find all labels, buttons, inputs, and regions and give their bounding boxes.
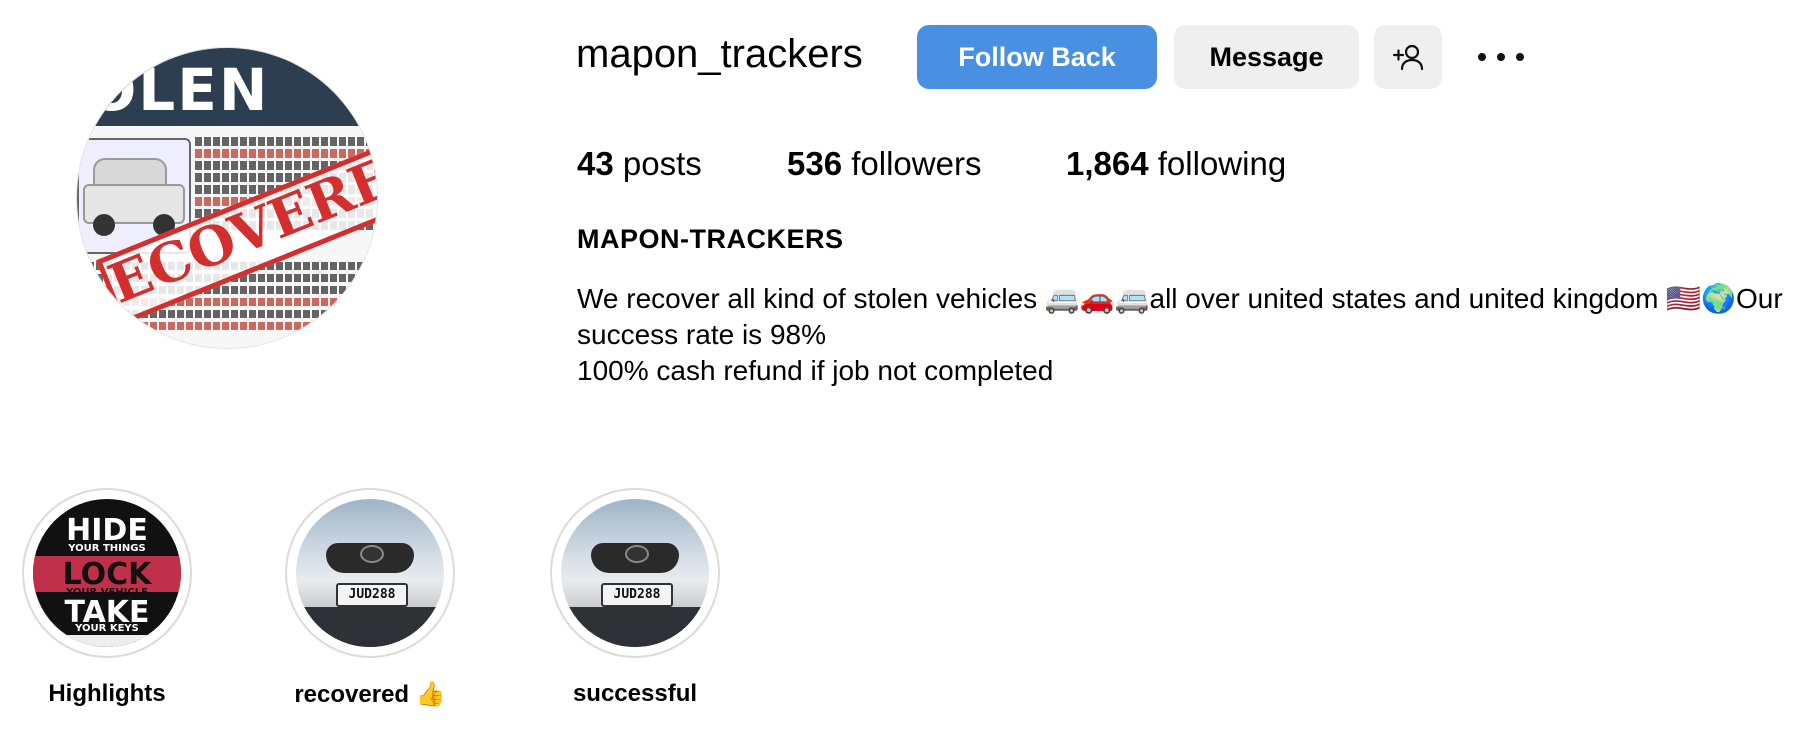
highlight-cover-image: JUD288 xyxy=(561,499,709,647)
highlight-cover-ring: HIDE YOUR THINGS LOCK YOUR VEHICLE TAKE … xyxy=(24,490,190,656)
license-plate: JUD288 xyxy=(601,583,673,607)
avatar-image: OLEN ECOVERED xyxy=(77,48,377,348)
stat-following[interactable]: 1,864 following xyxy=(1066,145,1286,183)
profile-full-name: MAPON-TRACKERS xyxy=(577,224,844,254)
add-user-icon xyxy=(1392,44,1424,71)
profile-username: mapon_trackers xyxy=(576,32,863,76)
followers-count: 536 xyxy=(787,145,843,182)
suggest-users-button[interactable] xyxy=(1374,25,1442,89)
highlight-successful[interactable]: JUD288 successful xyxy=(550,490,720,708)
bio-line: 100% cash refund if job not completed xyxy=(577,355,1054,386)
sign-subtext: YOUR THINGS xyxy=(68,543,146,554)
highlight-cover-ring: JUD288 xyxy=(287,490,453,656)
stat-followers[interactable]: 536 followers xyxy=(787,145,981,183)
posts-count: 43 xyxy=(577,145,614,182)
avatar-title-text: OLEN xyxy=(87,56,270,124)
highlight-cover-image: HIDE YOUR THINGS LOCK YOUR VEHICLE TAKE … xyxy=(33,499,181,647)
following-count: 1,864 xyxy=(1066,145,1149,182)
profile-bio: We recover all kind of stolen vehicles 🚐… xyxy=(577,281,1807,389)
bio-line: success rate is 98% xyxy=(577,319,826,350)
following-label: following xyxy=(1157,145,1287,182)
more-options-icon[interactable] xyxy=(1478,38,1524,76)
highlight-cover-ring: JUD288 xyxy=(552,490,718,656)
bio-line: We recover all kind of stolen vehicles 🚐… xyxy=(577,283,1783,314)
highlight-cover-image: JUD288 xyxy=(296,499,444,647)
sign-subtext: YOUR KEYS xyxy=(75,623,139,634)
highlight-highlights[interactable]: HIDE YOUR THINGS LOCK YOUR VEHICLE TAKE … xyxy=(22,490,192,708)
stat-posts[interactable]: 43 posts xyxy=(577,145,702,183)
highlight-recovered[interactable]: JUD288 recovered 👍 xyxy=(285,490,455,709)
posts-label: posts xyxy=(622,145,702,182)
follow-back-button[interactable]: Follow Back xyxy=(917,25,1157,89)
highlight-label: recovered 👍 xyxy=(294,681,446,708)
followers-label: followers xyxy=(851,145,982,182)
highlight-label: successful xyxy=(572,680,698,707)
highlight-label: Highlights xyxy=(48,680,166,707)
license-plate: JUD288 xyxy=(336,583,408,607)
profile-avatar[interactable]: OLEN ECOVERED xyxy=(77,48,377,348)
avatar-header-band: OLEN xyxy=(77,48,377,126)
message-button[interactable]: Message xyxy=(1174,25,1359,89)
